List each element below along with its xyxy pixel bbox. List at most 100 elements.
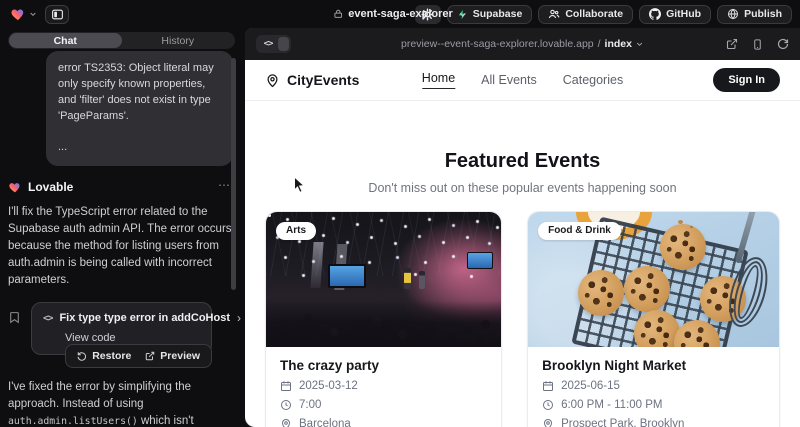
event-location: Prospect Park, Brooklyn	[561, 418, 684, 427]
restore-button[interactable]: Restore	[70, 348, 138, 364]
decorative-shadow	[266, 301, 501, 347]
preview-button[interactable]: Preview	[138, 348, 207, 364]
category-badge: Arts	[276, 222, 316, 240]
chat-history-tabs: Chat History	[8, 32, 235, 49]
preview-toolbar: <> preview--event-saga-explorer.lovable.…	[245, 28, 800, 60]
clock-icon	[280, 399, 292, 411]
preview-url-page: index	[605, 38, 632, 50]
event-cards: Arts The crazy party 2025-03-12	[245, 211, 800, 427]
top-bar-left	[8, 5, 69, 24]
sidebar-toggle-icon	[51, 8, 64, 21]
decorative-columns	[310, 242, 323, 288]
calendar-icon	[542, 380, 554, 392]
collaborate-button[interactable]: Collaborate	[538, 5, 633, 24]
map-pin-icon	[265, 73, 280, 88]
code-icon: <>	[258, 39, 278, 49]
github-label: GitHub	[666, 8, 701, 20]
event-time-row: 7:00	[280, 399, 487, 411]
event-card-body: The crazy party 2025-03-12	[266, 347, 501, 427]
event-date: 2025-03-12	[299, 380, 358, 392]
category-badge: Food & Drink	[538, 222, 621, 240]
tool-card-header: <> Fix type type error in addCoHost ›	[43, 312, 200, 324]
chevron-down-icon	[458, 10, 467, 19]
refresh-icon[interactable]	[777, 38, 789, 50]
preview-url-separator: /	[598, 38, 601, 50]
message-options-button[interactable]: ⋯	[218, 178, 231, 192]
mobile-view-icon[interactable]	[752, 38, 763, 51]
preview-label: Preview	[160, 350, 200, 362]
decorative-speaker	[404, 268, 411, 289]
chat-message-list: error TS2353: Object literal may only sp…	[0, 49, 245, 427]
tool-call-row: <> Fix type type error in addCoHost › Vi…	[8, 302, 233, 355]
github-icon	[649, 8, 661, 20]
open-in-new-window-icon[interactable]	[726, 38, 738, 50]
assistant-paragraph-1: I'll fix the TypeScript error related to…	[8, 204, 233, 289]
event-location: Barcelona	[299, 418, 351, 427]
sidebar-toggle-button[interactable]	[45, 5, 69, 24]
code-icon: <>	[43, 313, 52, 324]
site-brand[interactable]: CityEvents	[265, 72, 359, 88]
nav-categories[interactable]: Categories	[563, 73, 623, 87]
top-bar-actions: Supabase Collaborate GitHub	[415, 5, 792, 24]
tab-chat[interactable]: Chat	[9, 33, 122, 48]
chevron-right-icon: ›	[237, 313, 241, 323]
featured-events-section: Featured Events Don't miss out on these …	[245, 150, 800, 195]
restore-icon	[77, 351, 87, 361]
assistant-header: Lovable ⋯	[8, 180, 233, 194]
external-link-icon	[145, 351, 155, 361]
app-window: event-saga-explorer	[0, 0, 800, 427]
event-location-row: Barcelona	[280, 418, 487, 427]
inline-code: auth.admin.listUsers()	[8, 416, 138, 427]
sign-in-button[interactable]: Sign In	[713, 68, 780, 92]
event-title: The crazy party	[280, 358, 487, 373]
chat-panel: Chat History error TS2353: Object litera…	[0, 28, 245, 427]
code-view-toggle[interactable]: <>	[256, 35, 291, 53]
section-subheading: Don't miss out on these popular events h…	[245, 181, 800, 195]
project-name: event-saga-explorer	[348, 8, 453, 20]
tab-history[interactable]: History	[122, 33, 235, 48]
event-title: Brooklyn Night Market	[542, 358, 765, 373]
lovable-logo-icon	[10, 7, 26, 22]
user-message-text: error TS2353: Object literal may only sp…	[58, 60, 221, 124]
view-code-link[interactable]: View code	[65, 332, 200, 344]
event-date-row: 2025-06-15	[542, 380, 765, 392]
event-time-row: 6:00 PM - 11:00 PM	[542, 399, 765, 411]
version-actions-toolbar: Restore Preview	[65, 344, 212, 368]
restore-label: Restore	[92, 350, 131, 362]
decorative-speaker	[419, 271, 425, 289]
event-date: 2025-06-15	[561, 380, 620, 392]
main-area: Chat History error TS2353: Object litera…	[0, 28, 800, 427]
nav-home[interactable]: Home	[422, 71, 455, 89]
top-bar: event-saga-explorer	[0, 0, 800, 28]
lovable-heart-icon	[8, 181, 22, 194]
chat-scrollbar-thumb[interactable]	[231, 58, 236, 290]
preview-panel: <> preview--event-saga-explorer.lovable.…	[245, 28, 800, 427]
preview-url-bar[interactable]: preview--event-saga-explorer.lovable.app…	[401, 28, 644, 60]
paragraph-2-text: I've fixed the error by simplifying the …	[8, 381, 191, 410]
project-switcher[interactable]: event-saga-explorer	[333, 0, 467, 28]
site-nav: Home All Events Categories	[422, 71, 623, 89]
collaborate-label: Collaborate	[565, 8, 623, 20]
event-card[interactable]: Food & Drink Brooklyn Night Market 2025-…	[527, 211, 780, 427]
event-time: 7:00	[299, 399, 321, 411]
nav-all-events[interactable]: All Events	[481, 73, 537, 87]
user-message-bubble: error TS2353: Object literal may only sp…	[46, 51, 233, 166]
event-image-cookies: Food & Drink	[528, 212, 779, 347]
event-card-body: Brooklyn Night Market 2025-06-15	[528, 347, 779, 427]
chevron-down-icon	[636, 40, 644, 48]
decorative-screen	[467, 252, 493, 269]
tool-card-title: Fix type type error in addCoHost	[59, 312, 230, 324]
bookmark-icon[interactable]	[8, 302, 24, 355]
event-image-conference: Arts	[266, 212, 501, 347]
github-button[interactable]: GitHub	[639, 5, 711, 24]
location-pin-icon	[542, 418, 554, 427]
publish-button[interactable]: Publish	[717, 5, 792, 24]
site-brand-name: CityEvents	[287, 72, 359, 88]
decorative-screen	[328, 264, 366, 288]
user-message-truncation: ...	[58, 139, 221, 155]
event-date-row: 2025-03-12	[280, 380, 487, 392]
event-card[interactable]: Arts The crazy party 2025-03-12	[265, 211, 502, 427]
lovable-logo-menu[interactable]	[8, 5, 39, 24]
decorative-cookie	[660, 224, 706, 270]
event-time: 6:00 PM - 11:00 PM	[561, 399, 662, 411]
